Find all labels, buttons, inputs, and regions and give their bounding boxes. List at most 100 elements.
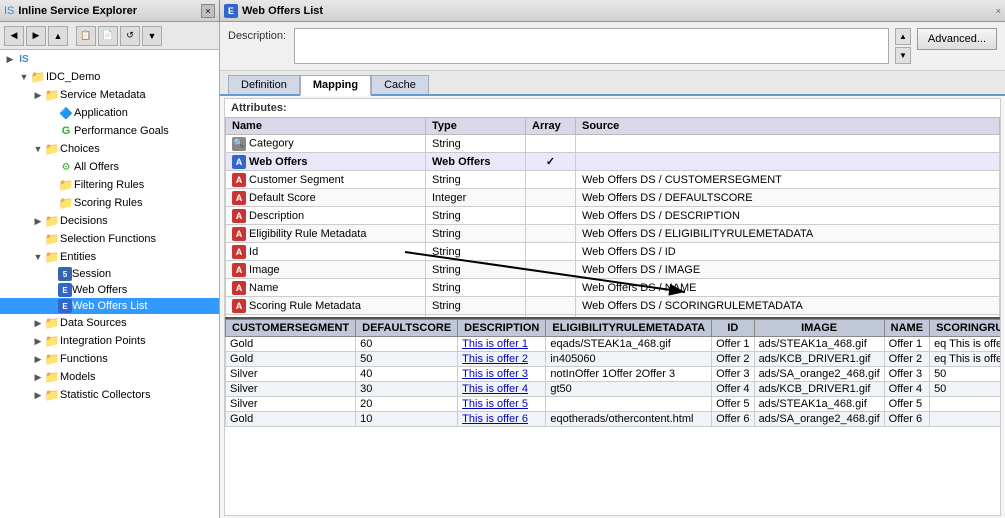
tree-item-decisions[interactable]: ▶ 📁 Decisions [0,212,219,230]
tree-item-selection-functions[interactable]: ▶ 📁 Selection Functions [0,230,219,248]
tab-cache[interactable]: Cache [371,75,429,94]
table-cell: eqotherads/othercontent.html [546,412,712,427]
table-cell-link[interactable]: This is offer 4 [462,383,528,395]
col-array: Array [526,118,576,135]
attr-array [526,315,576,318]
paste-button[interactable]: 📄 [98,26,118,46]
attr-name: A URL [226,315,426,318]
table-cell: Gold [226,412,356,427]
tree-item-idc-demo[interactable]: ▼ 📁 IDC_Demo [0,68,219,86]
attr-source: Web Offers DS / URL [576,315,1000,318]
tree-item-statistic-collectors[interactable]: ▶ 📁 Statistic Collectors [0,386,219,404]
left-panel: ◀ ▶ ▲ 📋 📄 ↺ ▼ ▶ IS ▼ 📁 IDC_Demo [0,22,220,518]
attr-name: A Web Offers [226,153,426,171]
folder-icon-entities: 📁 [44,249,60,265]
is-icon: IS [16,51,32,67]
right-panel: Description: ▲ ▼ Advanced... Definition … [220,22,1005,518]
table-cell: Silver [226,397,356,412]
tree-item-scoring-rules[interactable]: ▶ 📁 Scoring Rules [0,194,219,212]
tree-item-web-offers-list[interactable]: ▶ E Web Offers List [0,298,219,314]
attr-name: 🔍 Category [226,135,426,153]
attr-icon-a: A [232,299,246,313]
table-cell-link[interactable]: This is offer 6 [462,413,528,425]
tree-label-functions: Functions [60,353,108,365]
attr-name: A Scoring Rule Metadata [226,297,426,315]
tree-item-filtering-rules[interactable]: ▶ 📁 Filtering Rules [0,176,219,194]
folder-icon-filtering: 📁 [58,177,74,193]
table-cell [930,397,1000,412]
description-input[interactable] [294,28,889,64]
refresh-button[interactable]: ↺ [120,26,140,46]
table-cell-link[interactable]: This is offer 2 [462,353,528,365]
web-offers-list-icon: E [58,299,72,313]
attr-type: String [426,135,526,153]
data-col-customersegment: CUSTOMERSEGMENT [226,320,356,337]
tree-item-models[interactable]: ▶ 📁 Models [0,368,219,386]
attr-icon-a: A [232,281,246,295]
attr-icon-a: A [232,263,246,277]
attr-name: A Customer Segment [226,171,426,189]
folder-icon-data-sources: 📁 [44,315,60,331]
tree-item-performance-goals[interactable]: ▶ G Performance Goals [0,122,219,140]
attributes-table-container: Name Type Array Source 🔍 Category String… [225,117,1000,317]
attr-type: String [426,225,526,243]
right-window-icon: E [224,4,238,18]
tree-label-idc-demo: IDC_Demo [46,71,100,83]
tree-label-filtering-rules: Filtering Rules [74,179,144,191]
tree-item-is[interactable]: ▶ IS [0,50,219,68]
tree-item-web-offers[interactable]: ▶ E Web Offers [0,282,219,298]
tree-label-choices: Choices [60,143,100,155]
tree-item-application[interactable]: ▶ 🔷 Application [0,104,219,122]
table-row: Silver20 This is offer 5 Offer 5ads/STEAK1… [226,397,1001,412]
tree-item-data-sources[interactable]: ▶ 📁 Data Sources [0,314,219,332]
attr-icon-cat: 🔍 [232,137,246,151]
left-close-button[interactable]: × [201,4,215,18]
col-type: Type [426,118,526,135]
table-cell-link[interactable]: This is offer 5 [462,398,528,410]
tree-item-service-metadata[interactable]: ▶ 📁 Service Metadata [0,86,219,104]
attr-name: A Eligibility Rule Metadata [226,225,426,243]
attr-icon-a: A [232,209,246,223]
up-button[interactable]: ▲ [48,26,68,46]
attr-array: ✓ [526,153,576,171]
back-button[interactable]: ◀ [4,26,24,46]
table-cell: Offer 5 [884,397,929,412]
data-table: CUSTOMERSEGMENTDEFAULTSCOREDESCRIPTIONEL… [225,319,1000,427]
mapping-tabs: Definition Mapping Cache [220,71,1005,96]
table-cell: 20 [356,397,458,412]
attr-type: String [426,171,526,189]
copy-button[interactable]: 📋 [76,26,96,46]
table-row: Gold50This is offer 2in405060Offer 2ads/… [226,352,1001,367]
table-cell: Offer 5 [712,397,754,412]
tree-item-all-offers[interactable]: ▶ ⚙ All Offers [0,158,219,176]
tree-item-entities[interactable]: ▼ 📁 Entities [0,248,219,266]
advanced-button[interactable]: Advanced... [917,28,997,50]
attr-icon-wo: A [232,155,246,169]
desc-scroll-up[interactable]: ▲ [895,28,911,45]
tree-label-data-sources: Data Sources [60,317,127,329]
tree-item-choices[interactable]: ▼ 📁 Choices [0,140,219,158]
attr-array [526,261,576,279]
tree-item-functions[interactable]: ▶ 📁 Functions [0,350,219,368]
attr-array [526,189,576,207]
attr-array [526,243,576,261]
forward-button[interactable]: ▶ [26,26,46,46]
data-col-defaultscore: DEFAULTSCORE [356,320,458,337]
table-cell: 50 [930,382,1000,397]
attr-type: String [426,207,526,225]
table-cell-link[interactable]: This is offer 1 [462,338,528,350]
table-cell-link[interactable]: This is offer 3 [462,368,528,380]
tree-item-integration-points[interactable]: ▶ 📁 Integration Points [0,332,219,350]
tree-label-service-metadata: Service Metadata [60,89,146,101]
tree-item-session[interactable]: ▶ 5 Session [0,266,219,282]
inline-service-explorer-icon: IS [4,5,14,17]
tree-label-entities: Entities [60,251,96,263]
tree-label-selection-functions: Selection Functions [60,233,156,245]
dropdown-button[interactable]: ▼ [142,26,162,46]
tab-definition[interactable]: Definition [228,75,300,94]
tab-mapping[interactable]: Mapping [300,75,371,96]
attr-array [526,171,576,189]
tree-label-models: Models [60,371,95,383]
desc-scroll-down[interactable]: ▼ [895,47,911,64]
table-cell: ads/STEAK1a_468.gif [754,397,884,412]
